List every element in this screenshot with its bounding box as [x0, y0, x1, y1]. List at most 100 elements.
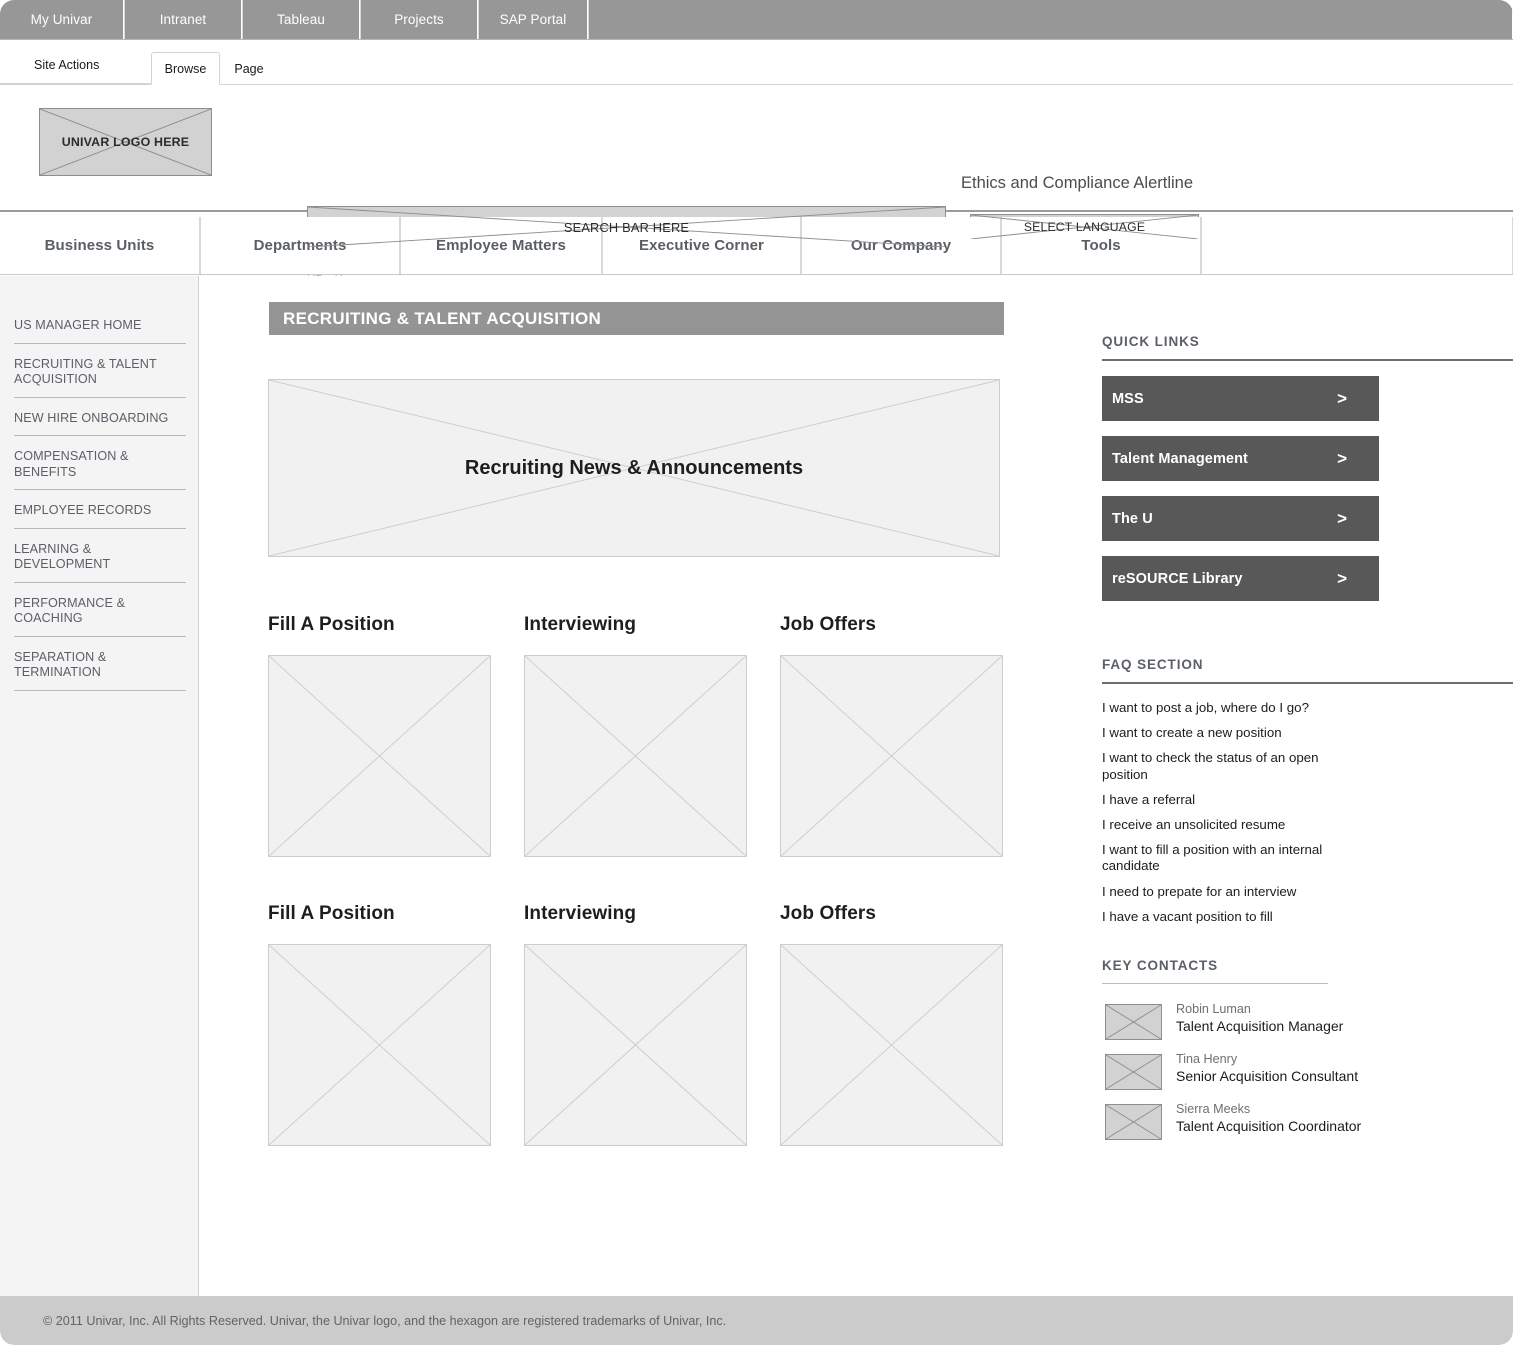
sidebar-item-employee-records[interactable]: EMPLOYEE RECORDS	[14, 499, 186, 529]
contact-row-tina-henry[interactable]: Tina Henry Senior Acquisition Consultant	[1105, 1051, 1513, 1091]
site-actions-menu[interactable]: Site Actions	[34, 58, 99, 72]
copyright-text: © 2011 Univar, Inc. All Rights Reserved.…	[43, 1313, 727, 1328]
sidebar-item-recruiting-talent-acquisition[interactable]: RECRUITING & TALENT ACQUISITION	[14, 353, 186, 398]
content-card-grid: Fill A Position Interviewing Job Offers …	[268, 614, 1008, 1192]
sidebar-item-performance-coaching[interactable]: PERFORMANCE & COACHING	[14, 592, 186, 637]
global-nav-label: Tableau	[277, 12, 325, 27]
contact-name: Robin Luman	[1176, 1002, 1251, 1017]
global-nav-item-projects[interactable]: Projects	[360, 0, 478, 39]
quick-link-resource-library[interactable]: reSOURCE Library >	[1102, 556, 1379, 601]
sidebar-item-separation-termination[interactable]: SEPARATION & TERMINATION	[14, 646, 186, 691]
global-nav-label: My Univar	[30, 12, 93, 27]
global-nav-filler	[588, 0, 1513, 39]
card-title: Interviewing	[524, 903, 637, 924]
faq-item[interactable]: I want to fill a position with an intern…	[1102, 842, 1354, 874]
card-title: Job Offers	[780, 903, 877, 924]
card-thumbnail-placeholder[interactable]	[268, 655, 491, 857]
placeholder-cross-icon	[1106, 1005, 1161, 1040]
card-job-offers-secondary[interactable]: Job Offers	[780, 903, 1003, 1146]
sidebar-item-learning-development[interactable]: LEARNING & DEVELOPMENT	[14, 538, 186, 583]
global-nav-item-tableau[interactable]: Tableau	[242, 0, 360, 39]
global-nav-item-intranet[interactable]: Intranet	[124, 0, 242, 39]
tab-label: Page	[234, 61, 264, 76]
faq-list: I want to post a job, where do I go? I w…	[1102, 700, 1354, 925]
page-footer: © 2011 Univar, Inc. All Rights Reserved.…	[0, 1296, 1513, 1345]
quick-link-mss[interactable]: MSS >	[1102, 376, 1379, 421]
section-divider	[1102, 682, 1513, 684]
search-bar-placeholder[interactable]: SEARCH BAR HERE	[307, 206, 946, 248]
recruiting-news-placeholder[interactable]: Recruiting News & Announcements	[268, 379, 1000, 557]
card-interviewing[interactable]: Interviewing	[524, 614, 747, 857]
quick-link-talent-management[interactable]: Talent Management >	[1102, 436, 1379, 481]
main-nav-label: Business Units	[44, 237, 155, 254]
avatar	[1105, 1054, 1162, 1091]
section-divider	[1102, 359, 1513, 361]
quick-links-heading: QUICK LINKS	[1102, 334, 1200, 349]
main-nav-item-business-units[interactable]: Business Units	[0, 217, 200, 274]
card-job-offers[interactable]: Job Offers	[780, 614, 1003, 857]
global-nav-item-sap-portal[interactable]: SAP Portal	[478, 0, 588, 39]
select-language-button[interactable]: SELECT LANGUAGE	[970, 214, 1199, 240]
chevron-right-icon: >	[1337, 568, 1347, 588]
placeholder-cross-icon	[269, 656, 490, 856]
global-nav: My Univar Intranet Tableau Projects SAP …	[0, 0, 1513, 40]
faq-item[interactable]: I want to create a new position	[1102, 725, 1354, 741]
select-language-label: SELECT LANGUAGE	[1023, 220, 1146, 234]
avatar	[1105, 1004, 1162, 1041]
quick-link-label: Talent Management	[1112, 450, 1248, 467]
faq-item[interactable]: I want to check the status of an open po…	[1102, 750, 1354, 782]
card-row: Fill A Position Interviewing Job Offers	[268, 614, 1008, 903]
faq-item[interactable]: I have a vacant position to fill	[1102, 909, 1354, 925]
key-contacts-heading: KEY CONTACTS	[1102, 958, 1219, 974]
card-thumbnail-placeholder[interactable]	[268, 944, 491, 1146]
quick-link-label: reSOURCE Library	[1112, 570, 1243, 587]
global-nav-label: Projects	[394, 12, 444, 27]
contact-row-robin-luman[interactable]: Robin Luman Talent Acquisition Manager	[1105, 1001, 1513, 1041]
quick-link-the-u[interactable]: The U >	[1102, 496, 1379, 541]
tab-page[interactable]: Page	[222, 52, 276, 85]
faq-item[interactable]: I need to prepate for an interview	[1102, 884, 1354, 900]
card-thumbnail-placeholder[interactable]	[780, 944, 1003, 1146]
faq-item[interactable]: I have a referral	[1102, 792, 1354, 808]
card-fill-a-position-secondary[interactable]: Fill A Position	[268, 903, 491, 1146]
tab-label: Browse	[164, 61, 207, 76]
page-body: US MANAGER HOME RECRUITING & TALENT ACQU…	[0, 276, 1513, 1296]
card-thumbnail-placeholder[interactable]	[780, 655, 1003, 857]
quick-link-label: MSS	[1112, 390, 1144, 407]
tab-browse[interactable]: Browse	[151, 52, 220, 85]
card-thumbnail-placeholder[interactable]	[524, 655, 747, 857]
contact-details: Tina Henry Senior Acquisition Consultant	[1162, 1051, 1358, 1085]
wireframe-page: My Univar Intranet Tableau Projects SAP …	[0, 0, 1513, 1345]
faq-section: FAQ SECTION I want to post a job, where …	[1089, 657, 1513, 925]
chevron-right-icon: >	[1337, 508, 1347, 528]
key-contacts-list: Robin Luman Talent Acquisition Manager T…	[1105, 1001, 1513, 1141]
contact-details: Robin Luman Talent Acquisition Manager	[1162, 1001, 1343, 1035]
key-contacts-section: KEY CONTACTS Robin Luman Talent Acquisit…	[1089, 958, 1513, 1141]
logo-placeholder[interactable]: UNIVAR LOGO HERE	[39, 108, 212, 176]
contact-role: Talent Acquisition Coordinator	[1176, 1118, 1362, 1135]
faq-item[interactable]: I want to post a job, where do I go?	[1102, 700, 1354, 716]
card-fill-a-position[interactable]: Fill A Position	[268, 614, 491, 857]
site-actions-divider	[0, 83, 153, 84]
sidebar-item-new-hire-onboarding[interactable]: NEW HIRE ONBOARDING	[14, 407, 186, 436]
placeholder-cross-icon	[781, 945, 1002, 1145]
main-nav-filler	[1201, 217, 1513, 274]
card-thumbnail-placeholder[interactable]	[524, 944, 747, 1146]
placeholder-cross-icon	[1106, 1055, 1161, 1090]
card-title: Interviewing	[524, 614, 637, 635]
placeholder-cross-icon	[525, 656, 746, 856]
site-header: UNIVAR LOGO HERE SEARCH BAR HERE HR▸Home…	[0, 86, 1513, 287]
quick-link-label: The U	[1112, 510, 1153, 527]
card-interviewing-secondary[interactable]: Interviewing	[524, 903, 747, 1146]
quick-links-list: MSS > Talent Management > The U > reSOUR…	[1102, 376, 1513, 601]
sidebar-item-us-manager-home[interactable]: US MANAGER HOME	[14, 314, 186, 344]
faq-item[interactable]: I receive an unsolicited resume	[1102, 817, 1354, 833]
global-nav-label: SAP Portal	[499, 12, 567, 27]
contact-row-sierra-meeks[interactable]: Sierra Meeks Talent Acquisition Coordina…	[1105, 1101, 1513, 1141]
card-row: Fill A Position Interviewing Job Offers	[268, 903, 1008, 1192]
ethics-alertline-link[interactable]: Ethics and Compliance Alertline	[961, 174, 1193, 193]
search-bar-label: SEARCH BAR HERE	[563, 219, 690, 235]
sidebar-item-compensation-benefits[interactable]: COMPENSATION & BENEFITS	[14, 445, 186, 490]
global-nav-item-my-univar[interactable]: My Univar	[0, 0, 124, 39]
page-title: RECRUITING & TALENT ACQUISITION	[269, 302, 1004, 335]
